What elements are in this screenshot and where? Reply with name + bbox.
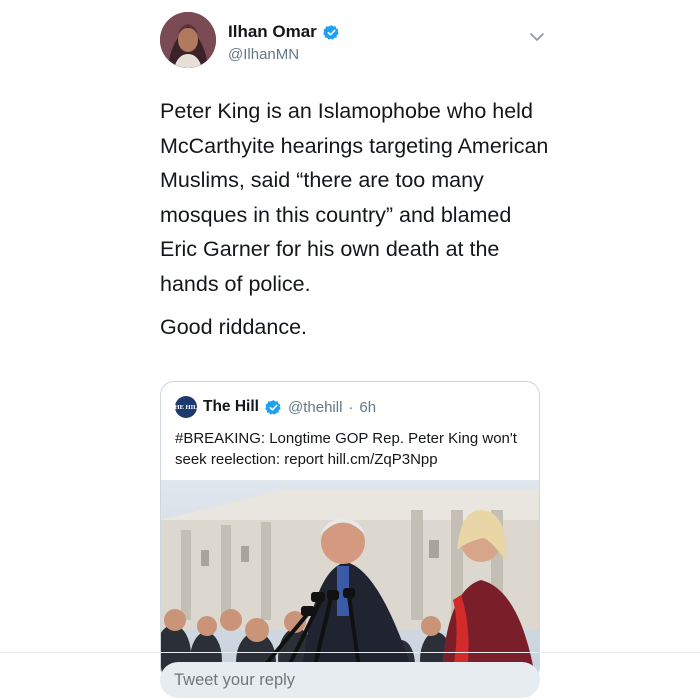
profile-photo-icon bbox=[160, 12, 216, 68]
tweet-paragraph: Good riddance. bbox=[160, 315, 308, 339]
divider bbox=[0, 652, 700, 653]
name-row: Ilhan Omar bbox=[228, 22, 340, 42]
quoted-handle[interactable]: @thehill bbox=[288, 399, 342, 416]
verified-badge-icon bbox=[265, 399, 281, 415]
quoted-timestamp[interactable]: 6h bbox=[359, 399, 376, 416]
reply-input[interactable] bbox=[160, 662, 540, 698]
quoted-tweet-text: #BREAKING: Longtime GOP Rep. Peter King … bbox=[175, 430, 517, 468]
author-handle[interactable]: @IlhanMN bbox=[228, 46, 299, 63]
display-name[interactable]: Ilhan Omar bbox=[228, 22, 317, 42]
the-hill-logo-icon: THE HILL bbox=[170, 396, 202, 418]
quoted-display-name[interactable]: The Hill bbox=[203, 398, 259, 416]
dot-separator: · bbox=[348, 398, 354, 416]
tweet-header: Ilhan Omar @IlhanMN bbox=[160, 12, 550, 72]
chevron-down-icon[interactable] bbox=[528, 28, 546, 46]
verified-badge-icon bbox=[322, 24, 339, 40]
quoted-tweet-header: THE HILL The Hill @thehill · 6h bbox=[170, 396, 376, 418]
quoted-tweet-card[interactable]: THE HILL The Hill @thehill · 6h #BREAKIN… bbox=[160, 381, 540, 681]
tweet-body: Peter King is an Islamophobe who held Mc… bbox=[160, 94, 550, 354]
press-conference-photo-icon[interactable] bbox=[161, 480, 540, 681]
avatar[interactable] bbox=[160, 12, 216, 68]
tweet-paragraph: Peter King is an Islamophobe who held Mc… bbox=[160, 99, 549, 296]
